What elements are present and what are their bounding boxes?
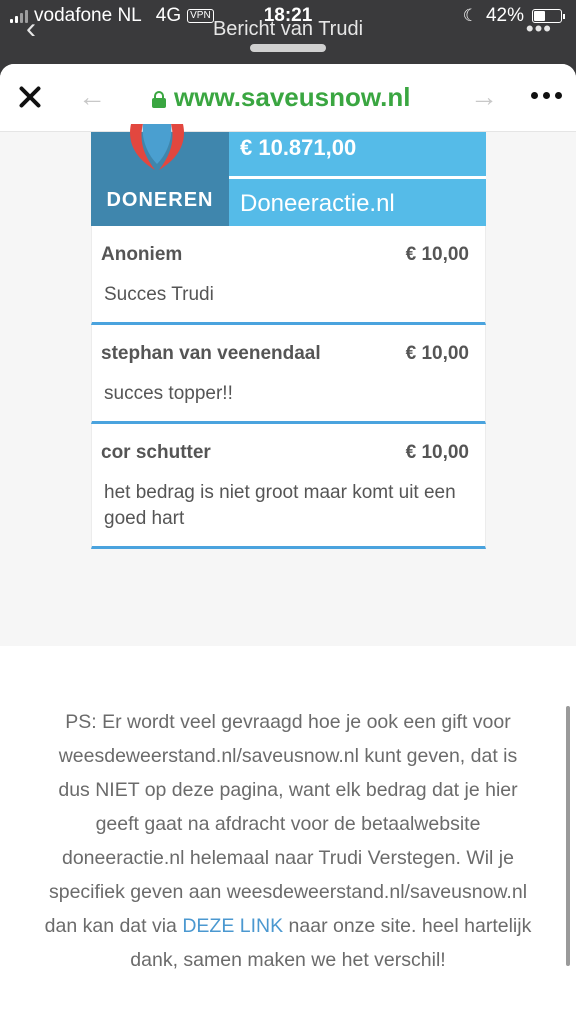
arrow-left-icon[interactable]: ← — [78, 82, 106, 112]
donor-name: stephan van veenendaal — [101, 343, 321, 364]
doneeractie-link[interactable]: Doneeractie.nl — [229, 179, 486, 226]
arrow-right-icon[interactable]: → — [470, 82, 498, 112]
sheet-grabber[interactable] — [250, 44, 326, 52]
browser-toolbar: ← www.saveusnow.nl → — [0, 64, 576, 132]
donation-message: succes topper!! — [104, 383, 233, 404]
browser-sheet: ← www.saveusnow.nl → DONEREN € 10.871,00 — [0, 64, 576, 1024]
lock-icon — [152, 90, 166, 108]
ps-text-before: PS: Er wordt veel gevraagd hoe je ook ee… — [44, 711, 528, 937]
donation-message: Succes Trudi — [104, 284, 214, 305]
donation-header: stephan van veenendaal € 10,00 — [101, 343, 469, 365]
scrollbar[interactable] — [566, 706, 570, 966]
donation-item: Anoniem € 10,00 Succes Trudi — [91, 226, 486, 325]
donation-item: cor schutter € 10,00 het bedrag is niet … — [91, 424, 486, 549]
donation-item: stephan van veenendaal € 10,00 succes to… — [91, 325, 486, 424]
donor-name: cor schutter — [101, 442, 211, 463]
donation-header: Anoniem € 10,00 — [101, 244, 469, 266]
donation-widget: DONEREN € 10.871,00 Doneeractie.nl Anoni… — [91, 124, 486, 549]
donor-name: Anoniem — [101, 244, 183, 265]
widget-header: DONEREN € 10.871,00 Doneeractie.nl — [91, 124, 486, 226]
more-icon[interactable] — [531, 92, 562, 99]
heart-logo-icon — [130, 124, 184, 170]
behind-page-title: Bericht van Trudi — [212, 18, 364, 40]
donation-amount: € 10,00 — [405, 244, 469, 265]
total-amount: € 10.871,00 — [229, 132, 486, 176]
ps-section: PS: Er wordt veel gevraagd hoe je ook ee… — [0, 646, 576, 1024]
address-bar[interactable]: www.saveusnow.nl — [152, 82, 410, 113]
deze-link[interactable]: DEZE LINK — [182, 915, 283, 937]
ps-paragraph: PS: Er wordt veel gevraagd hoe je ook ee… — [42, 705, 534, 977]
donation-amount: € 10,00 — [405, 343, 469, 364]
donation-amount: € 10,00 — [405, 442, 469, 463]
donation-header: cor schutter € 10,00 — [101, 442, 469, 464]
more-dots-icon[interactable]: ••• — [526, 16, 552, 42]
page-content: DONEREN € 10.871,00 Doneeractie.nl Anoni… — [0, 124, 576, 646]
doneren-label: DONEREN — [106, 189, 214, 211]
url-text: www.saveusnow.nl — [174, 82, 411, 112]
doneren-button[interactable]: DONEREN — [91, 124, 229, 226]
donation-message: het bedrag is niet groot maar komt uit e… — [104, 482, 456, 529]
close-icon[interactable] — [17, 84, 43, 110]
